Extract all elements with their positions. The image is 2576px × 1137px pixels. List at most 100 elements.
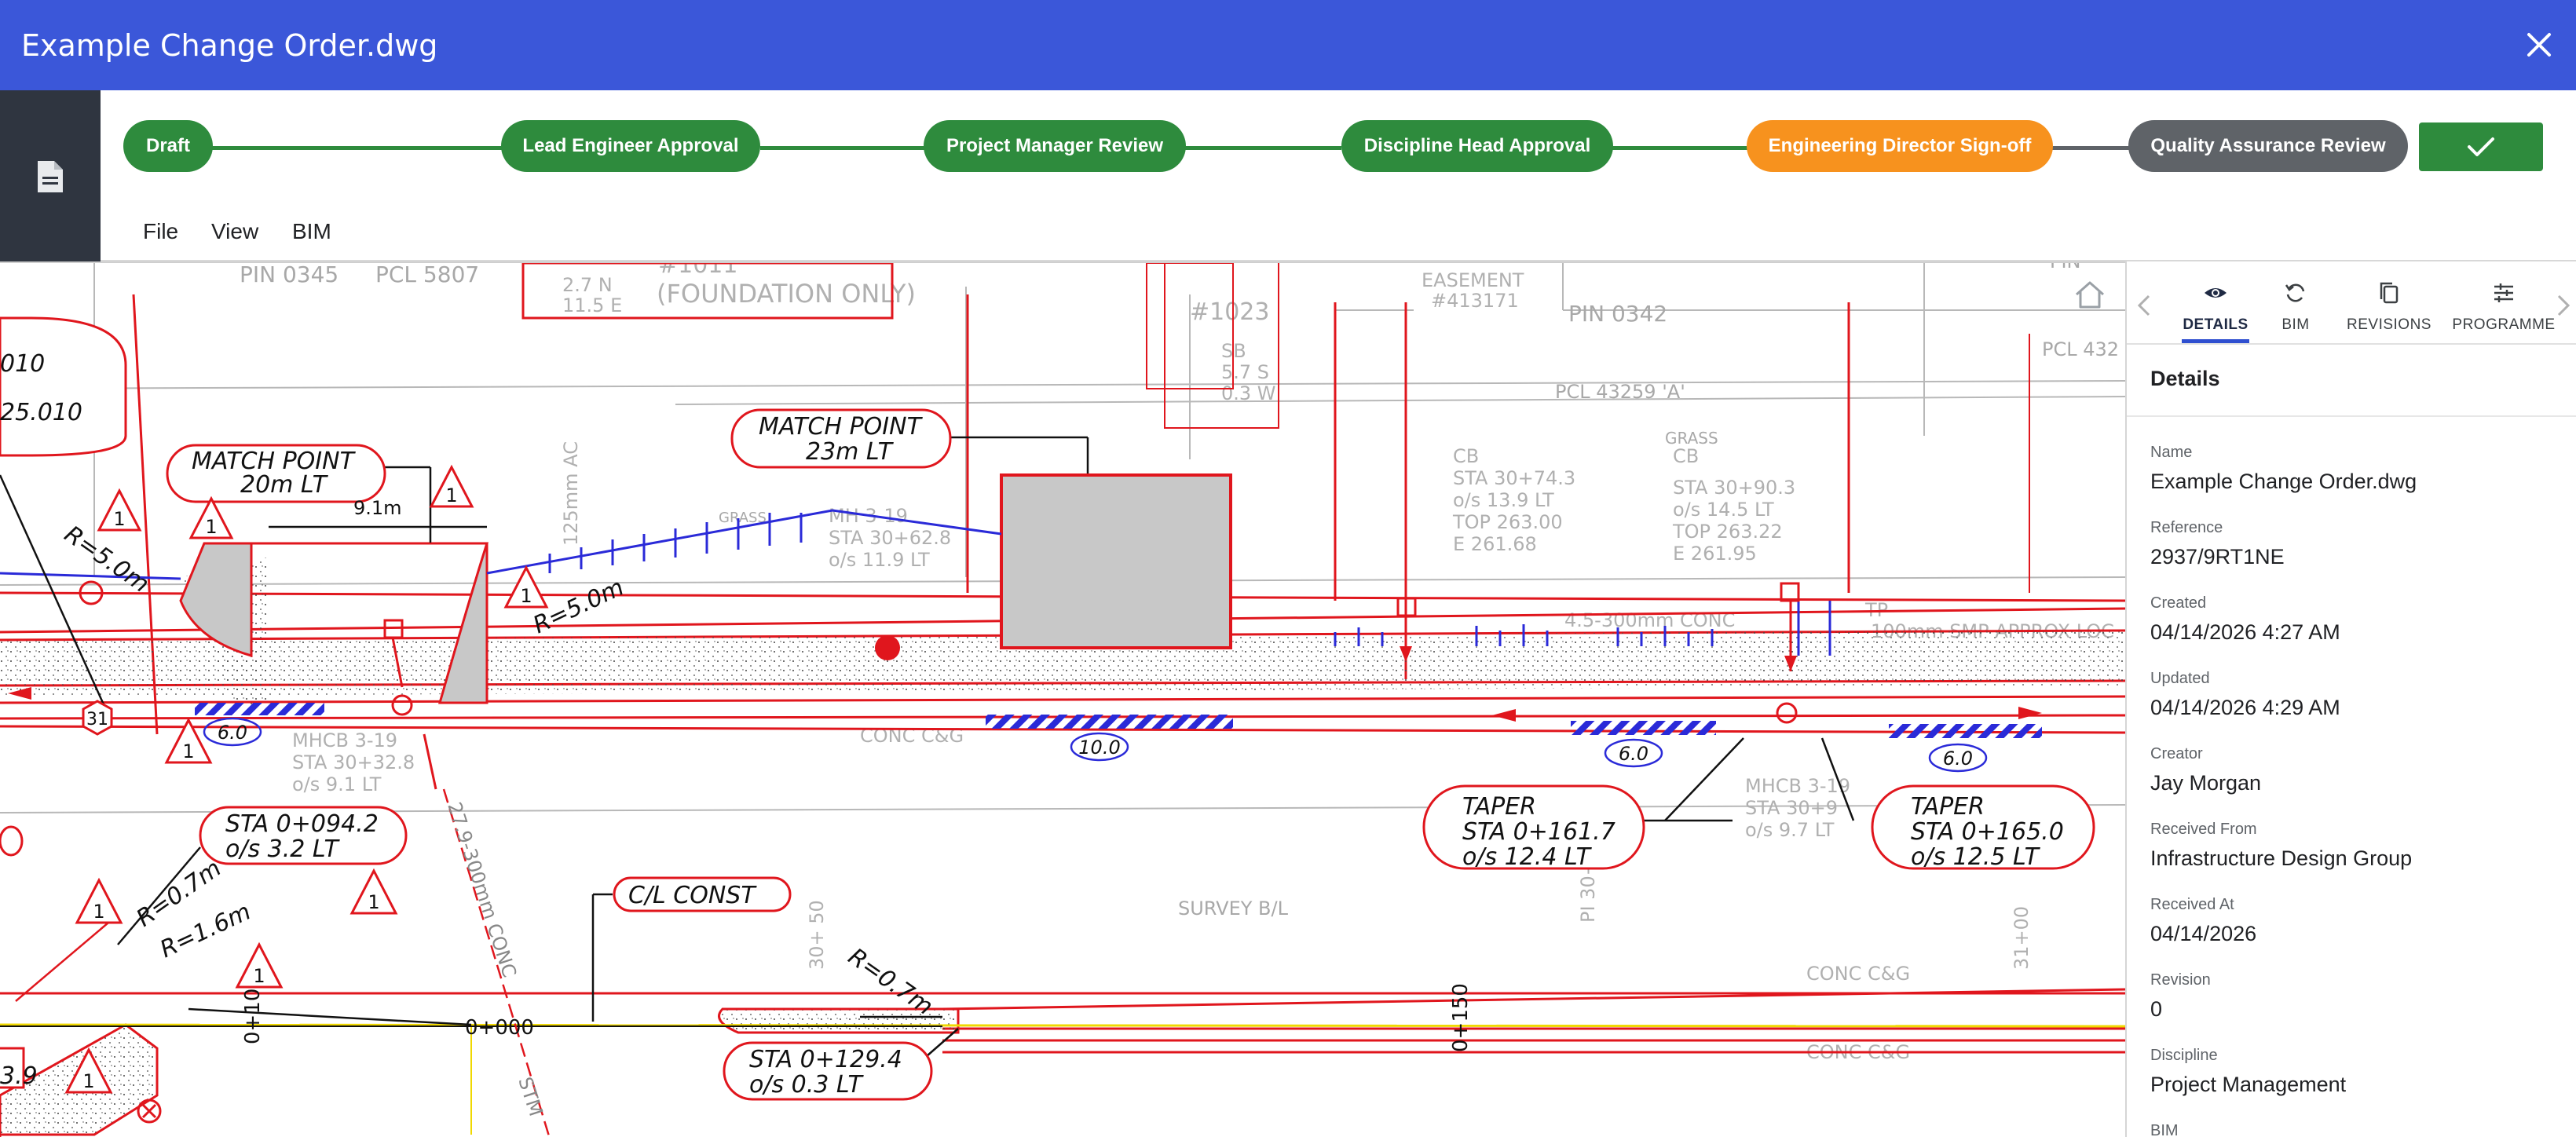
- cad-drawing[interactable]: PIN 0345 PCL 5807 PIN 0342 PCL 43259 'A'…: [0, 263, 2125, 1137]
- drawing-label: STA 30+90.3: [1673, 477, 1795, 499]
- field-value: 04/14/2026 4:27 AM: [2150, 620, 2340, 644]
- panel-tabs: DETAILS BIM REVISIONS PROGRAMME: [2127, 261, 2576, 345]
- hex-marker: 31: [86, 710, 108, 729]
- drawing-label: o/s 0.3 LT: [749, 1071, 865, 1099]
- drawing-label: 2.7 N: [562, 274, 613, 296]
- drawing-label: 0+000: [465, 1016, 534, 1040]
- drawing-label: PCL 5807: [375, 263, 479, 287]
- drawing-label: 125mm AC: [560, 441, 582, 546]
- drawing-label: STM: [514, 1074, 547, 1119]
- chevron-left-icon[interactable]: [2133, 290, 2157, 321]
- drawing-label: o/s 3.2 LT: [225, 835, 341, 863]
- workflow-step-quality-assurance[interactable]: Quality Assurance Review: [2128, 120, 2408, 172]
- drawing-label: 11.5 E: [562, 294, 622, 316]
- drawing-label: TOP 263.00: [1452, 511, 1563, 533]
- drawing-label: PCL 43259 'A': [1555, 381, 1685, 403]
- field-value: 0: [2150, 997, 2163, 1021]
- drawing-label: 20m LT: [240, 471, 329, 499]
- workflow-connector: [2051, 146, 2130, 150]
- drawing-label: E 261.95: [1673, 543, 1757, 565]
- drawing-label: E 261.68: [1453, 533, 1537, 555]
- drawing-label: o/s 12.5 LT: [1911, 843, 2041, 871]
- triangle-marker: 1: [445, 484, 457, 506]
- drawing-label: 9.1m: [353, 497, 402, 519]
- workflow-step-discipline-head[interactable]: Discipline Head Approval: [1341, 120, 1613, 172]
- drawing-label: 3.9: [0, 1062, 38, 1090]
- field-key: Received From: [2150, 821, 2257, 838]
- triangle-marker: 1: [82, 1070, 94, 1092]
- workflow-connector: [1184, 146, 1341, 150]
- field-value: Example Change Order.dwg: [2150, 470, 2417, 493]
- workflow-step-lead-engineer[interactable]: Lead Engineer Approval: [501, 120, 760, 172]
- workflow-connector: [1612, 146, 1748, 150]
- home-icon[interactable]: [2073, 279, 2106, 310]
- field-discipline: Discipline Project Management: [2150, 1047, 2346, 1097]
- tab-programme[interactable]: PROGRAMME: [2449, 261, 2559, 343]
- drawing-label: STA 30+74.3: [1453, 467, 1575, 489]
- drawing-label: PIN: [2050, 263, 2081, 272]
- drawing-label: CB: [1453, 445, 1479, 467]
- drawing-label: STA 30+32.8: [292, 751, 415, 773]
- copy-icon: [2380, 282, 2399, 304]
- triangle-marker: 1: [182, 740, 194, 762]
- check-icon: [2468, 137, 2494, 156]
- drawing-label: STA 0+129.4: [749, 1046, 902, 1073]
- close-icon[interactable]: [2519, 25, 2559, 64]
- workflow-step-draft[interactable]: Draft: [123, 120, 213, 172]
- document-rail: [0, 90, 101, 261]
- menu-view[interactable]: View: [211, 219, 258, 244]
- drawing-label: 010: [0, 350, 45, 378]
- drawing-label: TAPER: [1462, 793, 1536, 821]
- drawing-label: PCL 432: [2042, 338, 2119, 360]
- drawing-canvas[interactable]: PIN 0345 PCL 5807 PIN 0342 PCL 43259 'A'…: [0, 261, 2125, 1137]
- drawing-label: 31+00: [2011, 906, 2033, 970]
- workflow-step-project-manager[interactable]: Project Manager Review: [924, 120, 1186, 172]
- field-key: Updated: [2150, 670, 2210, 687]
- field-value: Project Management: [2150, 1073, 2347, 1096]
- menu-bar: File View BIM: [101, 205, 2576, 261]
- drawing-label: CONC C&G: [1806, 963, 1910, 985]
- drawing-label: o/s 14.5 LT: [1673, 499, 1774, 521]
- triangle-marker: 1: [205, 516, 217, 538]
- workflow-step-engineering-director[interactable]: Engineering Director Sign-off: [1747, 120, 2053, 172]
- drawing-label: STA 0+165.0: [1911, 818, 2064, 846]
- dimension-tag: 6.0: [1619, 743, 1648, 765]
- drawing-label: R=5.0m: [59, 521, 154, 598]
- drawing-label: TOP 263.22: [1672, 521, 1783, 543]
- drawing-label: 0+150: [1449, 983, 1473, 1052]
- field-received-from: Received From Infrastructure Design Grou…: [2150, 821, 2412, 871]
- tab-details[interactable]: DETAILS: [2174, 261, 2257, 343]
- dimension-tag: 6.0: [1943, 748, 1973, 770]
- field-created: Created 04/14/2026 4:27 AM: [2150, 594, 2340, 645]
- drawing-label: (FOUNDATION ONLY): [657, 279, 916, 309]
- menu-bim[interactable]: BIM: [292, 219, 331, 244]
- drawing-label: PIN 0345: [240, 263, 338, 287]
- drawing-label: #1023: [1190, 298, 1269, 326]
- tab-revisions[interactable]: REVISIONS: [2333, 261, 2446, 343]
- tab-label: DETAILS: [2183, 316, 2249, 333]
- drawing-label: 27.9-300mm CONC: [443, 799, 521, 980]
- field-key: Creator: [2150, 745, 2203, 762]
- drawing-label: 5.7 S: [1221, 361, 1269, 383]
- field-reference: Reference 2937/9RT1NE: [2150, 519, 2285, 569]
- tab-bim[interactable]: BIM: [2262, 261, 2329, 343]
- drawing-label: 30+ 50: [806, 900, 828, 970]
- workflow-connector: [212, 146, 503, 150]
- triangle-marker: 1: [520, 585, 532, 607]
- window-title: Example Change Order.dwg: [21, 28, 438, 63]
- drawing-label: o/s 12.4 LT: [1462, 843, 1593, 871]
- confirm-button[interactable]: [2419, 122, 2543, 171]
- field-value: 2937/9RT1NE: [2150, 545, 2285, 568]
- divider: [2127, 415, 2576, 417]
- sync-icon: [2285, 283, 2305, 302]
- drawing-label: MHCB 3-19: [292, 729, 397, 751]
- document-icon[interactable]: [35, 159, 66, 194]
- dimension-tag: 10.0: [1078, 737, 1120, 759]
- chevron-right-icon[interactable]: [2551, 290, 2574, 321]
- drawing-label: #413171: [1431, 290, 1519, 312]
- details-title: Details: [2150, 367, 2220, 390]
- drawing-label: o/s 9.1 LT: [292, 773, 382, 795]
- drawing-label: o/s 13.9 LT: [1453, 489, 1554, 511]
- menu-file[interactable]: File: [143, 219, 178, 244]
- field-received-at: Received At 04/14/2026: [2150, 896, 2256, 946]
